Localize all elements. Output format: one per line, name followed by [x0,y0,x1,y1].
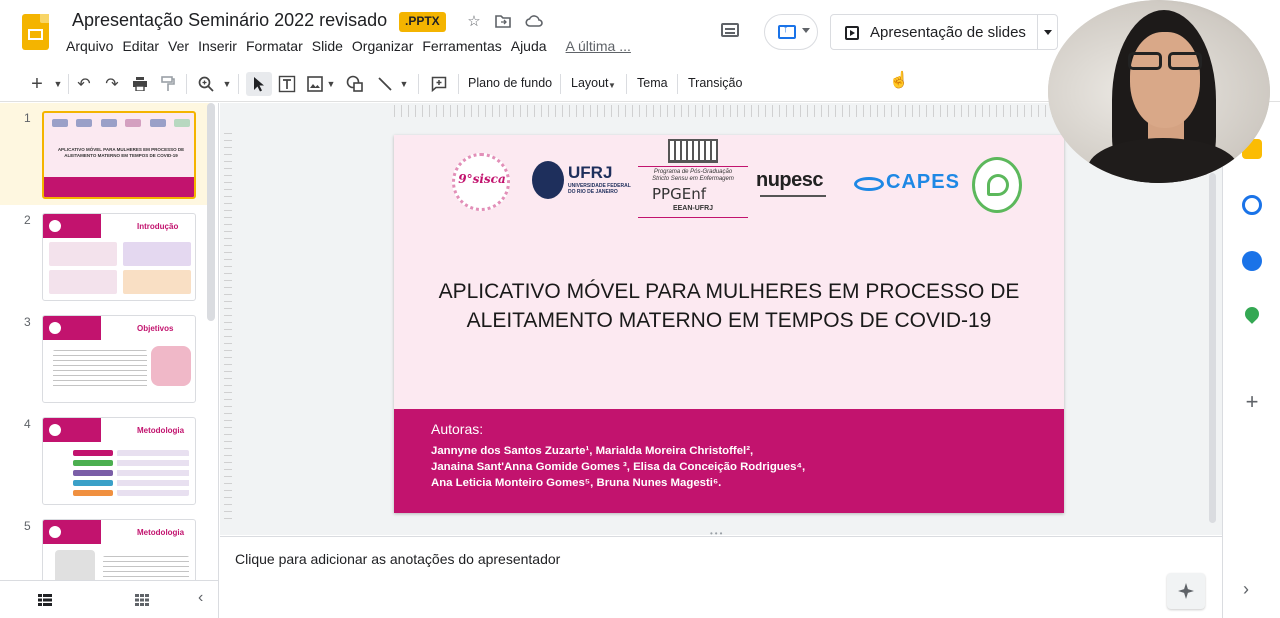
present-to-meeting-button[interactable] [764,14,818,50]
maps-icon[interactable] [1242,304,1262,324]
image-icon[interactable] [305,72,325,96]
line-icon[interactable] [374,72,396,96]
menu-arquivo[interactable]: Arquivo [62,38,117,58]
menu-organizar[interactable]: Organizar [348,38,417,58]
tasks-icon[interactable] [1242,195,1262,215]
capes-eye-icon [854,177,884,191]
present-screen-icon [778,23,796,39]
thumbnail-heading: Metodologia [137,528,185,537]
theme-button[interactable]: Tema [637,76,668,90]
layout-button[interactable]: Layout [571,76,609,90]
paint-format-icon[interactable] [158,72,178,96]
thumbnail-preview[interactable]: Metodologia [42,417,196,505]
slide-number: 3 [24,315,31,329]
filmstrip-view-icon[interactable] [38,593,52,606]
add-addon-icon[interactable]: + [1243,391,1261,413]
new-slide-plus-icon[interactable]: + [28,72,46,96]
authors-label: Autoras: [431,421,484,437]
slides-logo-icon[interactable] [22,14,49,50]
menu-bar: Arquivo Editar Ver Inserir Formatar Slid… [62,38,636,58]
filmstrip-scrollbar[interactable] [207,103,215,321]
image-dropdown-icon[interactable]: ▼ [325,72,337,96]
document-title[interactable]: Apresentação Seminário 2022 revisado [72,10,387,31]
text-box-icon[interactable] [277,72,297,96]
mouse-cursor-icon: ☝ [889,72,909,89]
slide-number: 1 [24,111,31,125]
slide-title[interactable]: APLICATIVO MÓVEL PARA MULHERES EM PROCES… [414,277,1044,335]
slide-canvas[interactable]: 9°sisca UFRJ UNIVERSIDADE FEDERAL DO RIO… [394,135,1064,513]
slide-number: 4 [24,417,31,431]
layout-dropdown-icon[interactable]: ▼ [606,73,618,97]
contacts-icon[interactable] [1242,251,1262,271]
transition-button[interactable]: Transição [688,76,742,90]
editor-scrollbar[interactable] [1209,173,1216,523]
cloud-saved-icon[interactable] [523,10,545,32]
new-slide-dropdown-icon[interactable]: ▼ [52,72,64,96]
grid-view-icon[interactable] [135,593,149,606]
menu-ajuda[interactable]: Ajuda [507,38,551,58]
horizontal-ruler [394,105,1062,117]
authors-band[interactable]: Autoras: Jannyne dos Santos Zuzarte¹, Ma… [394,409,1064,513]
ufrj-emblem-icon [532,161,564,199]
slide-thumbnail-2[interactable]: 2 Introdução [0,205,212,307]
star-icon[interactable]: ☆ [463,10,485,32]
menu-slide[interactable]: Slide [308,38,347,58]
slideshow-icon [845,26,859,40]
author-line: Jannyne dos Santos Zuzarte¹, Marialda Mo… [431,445,754,457]
undo-icon[interactable]: ↶ [74,72,94,96]
thumbnail-preview[interactable]: Introdução [42,213,196,301]
line-dropdown-icon[interactable]: ▼ [398,72,410,96]
redo-icon[interactable]: ↷ [102,72,122,96]
collapse-panel-icon[interactable]: ‹ [198,589,203,607]
slide-thumbnail-4[interactable]: 4 Metodologia [0,409,212,511]
notes-placeholder[interactable]: Clique para adicionar as anotações do ap… [235,551,560,567]
slide-thumbnail-1[interactable]: 1 APLICATIVO MÓVEL PARA MULHERES EM PROC… [0,103,212,205]
breastfeeding-logo [972,157,1022,213]
chevron-down-icon [802,28,810,33]
shape-icon[interactable] [344,72,366,96]
add-comment-icon[interactable] [428,72,450,96]
slide-number: 5 [24,519,31,533]
capes-logo: CAPES [854,169,966,199]
ppgenf-logo: Programa de Pós-Graduação Stricto Sensu … [638,139,748,221]
vertical-ruler [224,133,232,523]
menu-editar[interactable]: Editar [118,38,163,58]
menu-ver[interactable]: Ver [164,38,193,58]
zoom-dropdown-icon[interactable]: ▼ [221,72,233,96]
thumbnail-heading: Objetivos [137,324,174,333]
slides-app: Apresentação Seminário 2022 revisado .PP… [0,0,1280,618]
author-line: Ana Leticia Monteiro Gomes⁵, Bruna Nunes… [431,477,722,489]
print-icon[interactable] [130,72,150,96]
zoom-icon[interactable] [196,72,216,96]
slide-logos-row: 9°sisca UFRJ UNIVERSIDADE FEDERAL DO RIO… [394,135,1064,225]
menu-inserir[interactable]: Inserir [194,38,241,58]
building-icon [668,139,718,163]
file-type-badge: .PPTX [399,12,446,32]
slide-thumbnail-3[interactable]: 3 Objetivos [0,307,212,409]
nupesc-logo: nupesc [756,169,844,203]
author-line: Janaina Sant'Anna Gomide Gomes ³, Elisa … [431,461,806,473]
thumbnail-preview[interactable]: APLICATIVO MÓVEL PARA MULHERES EM PROCES… [42,111,196,199]
last-edit-link[interactable]: A última ... [562,38,635,58]
expand-panel-icon[interactable]: › [1243,579,1249,600]
slide-filmstrip: 1 APLICATIVO MÓVEL PARA MULHERES EM PROC… [0,103,219,618]
thumbnail-preview[interactable]: Objetivos [42,315,196,403]
background-button[interactable]: Plano de fundo [468,76,552,90]
webcam-overlay [1048,0,1270,183]
slide-number: 2 [24,213,31,227]
filmstrip-view-bar: ‹ [0,580,218,618]
slideshow-button[interactable]: Apresentação de slides [830,14,1058,50]
speaker-notes[interactable]: Clique para adicionar as anotações do ap… [220,536,1222,618]
slideshow-label: Apresentação de slides [870,24,1026,41]
comment-history-icon[interactable] [718,20,744,44]
select-cursor-icon[interactable] [246,72,272,96]
menu-formatar[interactable]: Formatar [242,38,307,58]
explore-icon[interactable] [1167,573,1205,609]
move-folder-icon[interactable] [492,10,514,32]
thumbnail-heading: Introdução [137,222,179,231]
menu-ferramentas[interactable]: Ferramentas [418,38,505,58]
sisca-logo: 9°sisca [452,153,510,211]
thumbnail-heading: Metodologia [137,426,185,435]
ufrj-logo: UFRJ UNIVERSIDADE FEDERAL DO RIO DE JANE… [532,161,636,205]
